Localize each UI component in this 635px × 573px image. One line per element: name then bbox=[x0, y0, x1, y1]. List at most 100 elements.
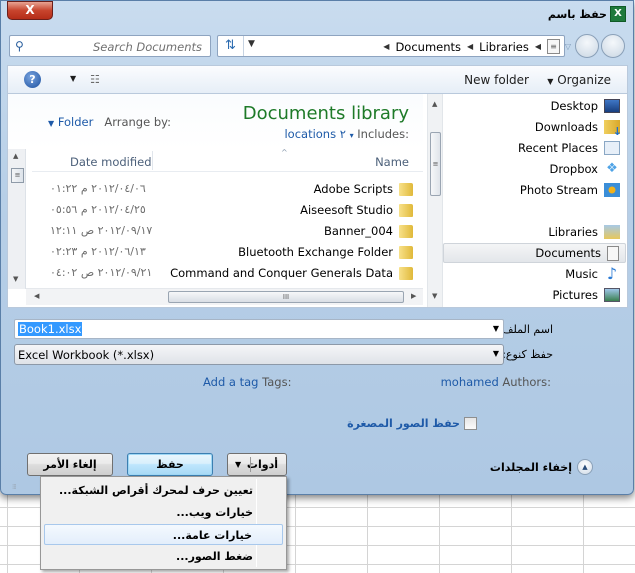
nav-pane-scrollbar[interactable]: ▲ ≡ ▼ bbox=[427, 94, 443, 307]
close-button[interactable]: X bbox=[7, 1, 53, 20]
filename-value: Book1.xlsx bbox=[18, 322, 83, 336]
tools-button[interactable]: أدوات ▼ bbox=[227, 453, 287, 476]
resize-grip[interactable]: ⁞⁞⁞ bbox=[12, 483, 17, 491]
folder-icon bbox=[399, 204, 413, 217]
view-options-icon[interactable]: ☷ bbox=[90, 73, 100, 86]
nav-item-libraries[interactable]: Libraries bbox=[548, 222, 620, 242]
dialog-title: حفظ باسم bbox=[547, 8, 607, 21]
help-icon[interactable]: ? bbox=[24, 71, 41, 88]
file-name: Aiseesoft Studio bbox=[300, 203, 393, 217]
locations-link[interactable]: locations ٢ ▾ bbox=[284, 127, 353, 141]
view-dropdown-icon[interactable]: ▼ bbox=[70, 74, 76, 83]
add-tag-link[interactable]: Add a tag bbox=[203, 375, 258, 389]
save-thumbnail-checkbox[interactable]: حفظ الصور المصغرة bbox=[347, 417, 477, 430]
file-date: ٢٠١٢/٠٦/١٣ م ٠٢:٢٣ bbox=[50, 245, 146, 258]
file-row[interactable]: ٢٠١٢/٠٦/١٣ م ٠٢:٢٣ Bluetooth Exchange Fo… bbox=[32, 242, 423, 263]
tools-menu: تعيين حرف لمحرك أقراص الشبكة... خيارات و… bbox=[40, 476, 287, 570]
chevron-up-icon: ▲ bbox=[577, 459, 593, 475]
organize-dropdown-icon: ▼ bbox=[547, 77, 554, 86]
downloads-icon bbox=[604, 120, 622, 138]
nav-item-photo-stream[interactable]: Photo Stream bbox=[520, 180, 620, 200]
column-divider[interactable] bbox=[152, 151, 153, 170]
scroll-down-icon[interactable]: ▼ bbox=[13, 275, 18, 283]
menu-item-map-network-drive[interactable]: تعيين حرف لمحرك أقراص الشبكة... bbox=[44, 480, 283, 501]
menu-item-compress-pictures[interactable]: ضغط الصور... bbox=[44, 546, 283, 567]
search-placeholder: Search Documents bbox=[93, 40, 202, 54]
nav-item-label: Recent Places bbox=[518, 141, 598, 155]
file-name: Adobe Scripts bbox=[313, 182, 393, 196]
hide-folders-button[interactable]: ▲ إخفاء المجلدات bbox=[490, 459, 593, 475]
forward-button[interactable] bbox=[575, 34, 599, 58]
file-row[interactable]: ٢٠١٢/٠٩/١٧ ص ١٢:١١ Banner_004 bbox=[32, 221, 423, 242]
filetype-select[interactable]: Excel Workbook (*.xlsx) ▼ bbox=[14, 344, 504, 365]
new-folder-button[interactable]: New folder bbox=[464, 73, 529, 87]
library-includes: locations ٢ ▾ Includes: bbox=[284, 127, 409, 141]
address-history-dropdown-icon[interactable]: ▼ bbox=[248, 39, 255, 49]
library-title: Documents library bbox=[242, 103, 409, 124]
scrollbar-thumb[interactable]: ≡ bbox=[430, 132, 441, 196]
cancel-button[interactable]: إلغاء الأمر bbox=[27, 453, 113, 476]
arrange-label: Arrange by: bbox=[104, 115, 171, 129]
arrange-by-dropdown[interactable]: ▼ Folder bbox=[48, 115, 93, 129]
arrange-by: ▼ Folder Arrange by: bbox=[48, 115, 171, 129]
menu-item-web-options[interactable]: خيارات ويب... bbox=[44, 502, 283, 523]
scroll-up-icon[interactable]: ▲ bbox=[13, 152, 18, 160]
tools-dropdown-icon: ▼ bbox=[235, 460, 242, 469]
authors-field: mohamed Authors: bbox=[441, 375, 551, 389]
file-list: ٢٠١٢/٠٤/٠٦ م ٠١:٢٢ Adobe Scripts ٢٠١٢/٠٤… bbox=[32, 179, 423, 284]
recent-pages-dropdown-icon[interactable]: ▽ bbox=[565, 42, 571, 51]
file-date: ٢٠١٢/٠٩/١٧ ص ١٢:١١ bbox=[50, 224, 153, 237]
nav-item-desktop[interactable]: Desktop bbox=[551, 96, 620, 116]
navigation-bar: ⚲ Search Documents ⇅ ▼ ◀ Documents ◀ Lib… bbox=[1, 32, 633, 60]
file-row[interactable]: ٢٠١٢/٠٩/٢١ ص ٠٤:٠٢ Command and Conquer G… bbox=[32, 263, 423, 284]
scroll-left-icon[interactable]: ◀ bbox=[34, 292, 39, 300]
breadcrumb-documents[interactable]: Documents bbox=[395, 40, 461, 54]
scrollbar-thumb[interactable]: III bbox=[168, 291, 404, 303]
nav-item-downloads[interactable]: Downloads bbox=[535, 117, 622, 138]
filename-label: اسم الملف: bbox=[498, 323, 553, 336]
breadcrumb-separator-icon[interactable]: ◀ bbox=[383, 42, 389, 51]
breadcrumb: ◀ Documents ◀ Libraries ◀ ≡ bbox=[383, 39, 560, 54]
recent-places-icon bbox=[604, 141, 620, 155]
folder-icon bbox=[399, 183, 413, 196]
nav-item-label: Libraries bbox=[548, 225, 598, 239]
column-date-modified[interactable]: Date modified bbox=[70, 155, 152, 169]
back-button[interactable] bbox=[601, 34, 625, 58]
sort-ascending-icon: ^ bbox=[281, 148, 288, 157]
column-name[interactable]: Name bbox=[375, 155, 409, 169]
checkbox[interactable] bbox=[464, 417, 477, 430]
file-list-horizontal-scrollbar[interactable]: ◀ III ▶ bbox=[26, 288, 423, 305]
scrollbar-thumb[interactable]: ≡ bbox=[11, 168, 24, 183]
breadcrumb-libraries[interactable]: Libraries bbox=[479, 40, 529, 54]
authors-link[interactable]: mohamed bbox=[441, 375, 499, 389]
scroll-up-icon[interactable]: ▲ bbox=[432, 100, 437, 108]
organize-button[interactable]: ▼ Organize bbox=[547, 73, 611, 87]
hide-folders-label: إخفاء المجلدات bbox=[489, 460, 572, 474]
pictures-icon bbox=[604, 288, 620, 302]
save-button[interactable]: حفظ bbox=[127, 453, 213, 476]
nav-item-music[interactable]: Music ♪ bbox=[565, 264, 620, 284]
nav-item-recent-places[interactable]: Recent Places bbox=[518, 138, 620, 158]
refresh-icon[interactable]: ⇅ bbox=[218, 36, 244, 56]
filename-input[interactable]: Book1.xlsx ▼ bbox=[14, 319, 504, 339]
file-list-vertical-scrollbar[interactable]: ▲ ≡ ▼ bbox=[8, 149, 26, 289]
nav-item-pictures[interactable]: Pictures bbox=[552, 285, 620, 305]
nav-item-label: Dropbox bbox=[549, 162, 598, 176]
file-row[interactable]: ٢٠١٢/٠٤/٠٦ م ٠١:٢٢ Adobe Scripts bbox=[32, 179, 423, 200]
nav-item-dropbox[interactable]: Dropbox ❖ bbox=[550, 159, 620, 179]
browser-panel: Documents library locations ٢ ▾ Includes… bbox=[7, 94, 628, 308]
libraries-icon bbox=[604, 225, 620, 239]
breadcrumb-separator-icon[interactable]: ◀ bbox=[535, 42, 541, 51]
breadcrumb-separator-icon[interactable]: ◀ bbox=[467, 42, 473, 51]
scroll-down-icon[interactable]: ▼ bbox=[432, 292, 437, 300]
menu-item-general-options[interactable]: خيارات عامة... bbox=[44, 524, 283, 545]
file-row[interactable]: ٢٠١٢/٠٤/٢٥ م ٠٥:٥٦ Aiseesoft Studio bbox=[32, 200, 423, 221]
filename-dropdown-icon[interactable]: ▼ bbox=[493, 324, 499, 333]
search-input[interactable]: ⚲ Search Documents bbox=[9, 35, 211, 57]
address-bar[interactable]: ⇅ ▼ ◀ Documents ◀ Libraries ◀ ≡ bbox=[217, 35, 565, 57]
scroll-right-icon[interactable]: ▶ bbox=[411, 292, 416, 300]
nav-item-documents[interactable]: Documents bbox=[443, 243, 626, 263]
tools-label: أدوات bbox=[246, 458, 278, 471]
documents-library-icon: ≡ bbox=[547, 39, 560, 54]
documents-icon bbox=[607, 245, 619, 261]
